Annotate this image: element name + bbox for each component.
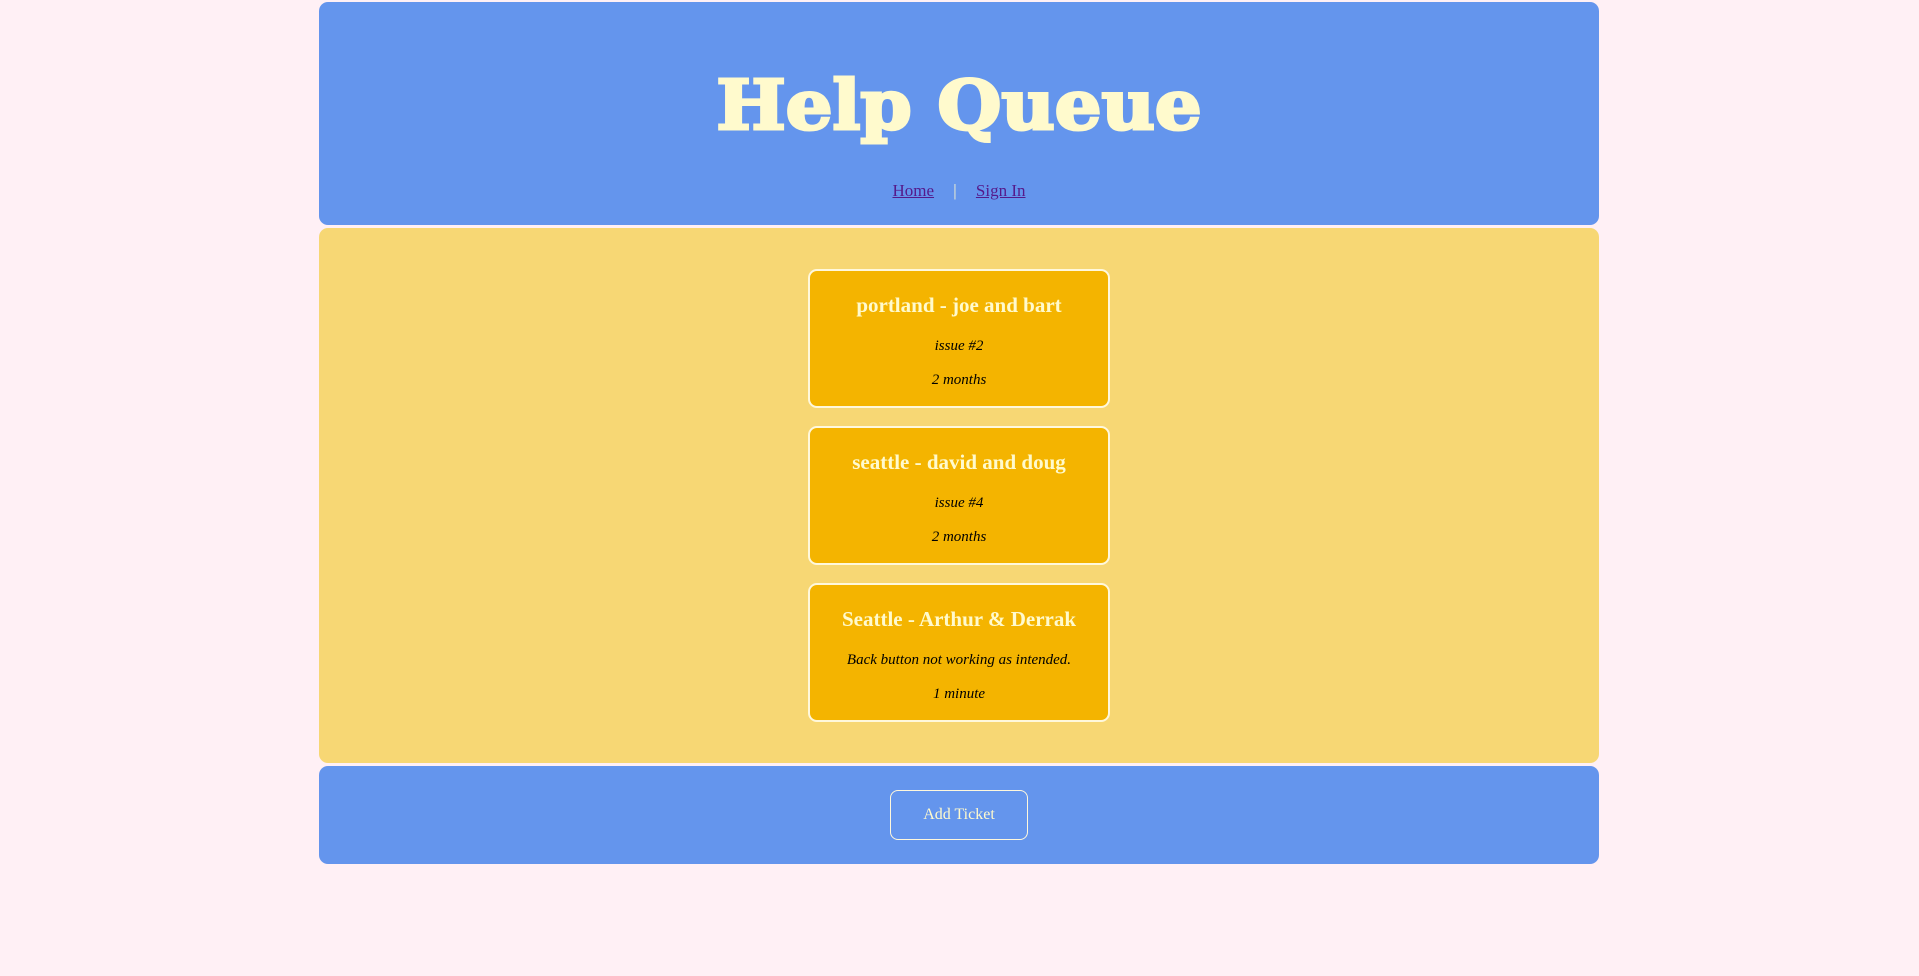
ticket-card[interactable]: portland - joe and bart issue #2 2 month… [808, 269, 1110, 408]
ticket-issue: Back button not working as intended. [846, 652, 1072, 668]
ticket-names: Seattle - Arthur & Derrak [841, 607, 1077, 631]
ticket-time: 2 months [931, 372, 987, 388]
footer: Add Ticket [319, 766, 1599, 864]
page-title: Help Queue [715, 65, 1203, 148]
home-link[interactable]: Home [892, 181, 934, 200]
ticket-time: 1 minute [932, 686, 986, 702]
ticket-issue: issue #2 [934, 338, 984, 354]
ticket-card[interactable]: seattle - david and doug issue #4 2 mont… [808, 426, 1110, 565]
nav-bar: Home | Sign In [319, 181, 1599, 201]
sign-in-link[interactable]: Sign In [976, 181, 1026, 200]
nav-separator: | [953, 181, 957, 200]
add-ticket-button[interactable]: Add Ticket [890, 790, 1028, 840]
ticket-card[interactable]: Seattle - Arthur & Derrak Back button no… [808, 583, 1110, 722]
ticket-issue: issue #4 [934, 495, 984, 511]
ticket-list: portland - joe and bart issue #2 2 month… [319, 228, 1599, 763]
ticket-time: 2 months [931, 529, 987, 545]
ticket-names: portland - joe and bart [856, 293, 1062, 317]
ticket-names: seattle - david and doug [852, 450, 1066, 474]
app-container: Help Queue Home | Sign In portland - joe… [319, 2, 1599, 864]
header: Help Queue Home | Sign In [319, 2, 1599, 225]
